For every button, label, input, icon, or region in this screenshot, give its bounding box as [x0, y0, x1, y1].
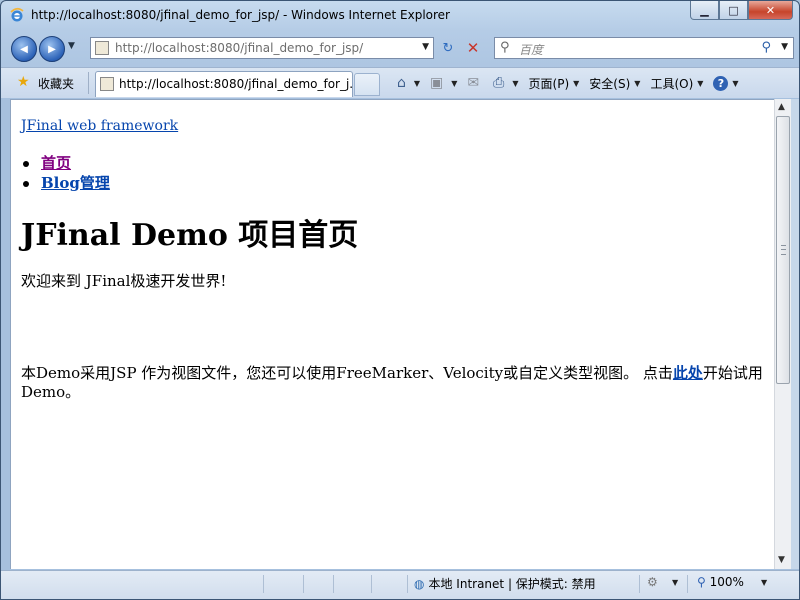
divider	[88, 72, 89, 94]
home-icon: ⌂	[397, 75, 406, 91]
mail-icon: ✉	[467, 75, 480, 91]
address-dropdown-icon[interactable]: ▼	[422, 42, 429, 52]
status-text-segment	[1, 575, 264, 593]
brand-link[interactable]: JFinal web framework	[21, 118, 178, 134]
stop-icon[interactable]: ✕	[464, 40, 482, 56]
close-button[interactable]: ✕	[748, 1, 793, 20]
favorites-button[interactable]: 收藏夹	[38, 75, 74, 92]
zoom-level: 100%	[709, 575, 744, 589]
status-bar: ◍ 本地 Intranet | 保护模式: 禁用 ⚙ ▼ ⚲ 100% ▼	[1, 570, 799, 599]
search-icon[interactable]: ⚲	[761, 40, 771, 55]
status-segment	[371, 575, 408, 593]
status-segment	[639, 575, 688, 593]
page-nav-list: 首页 Blog管理	[23, 153, 110, 193]
page-heading: JFinal Demo 项目首页	[21, 218, 359, 253]
recent-pages-dropdown[interactable]: ▼	[68, 41, 75, 51]
page-menu[interactable]: 页面(P) ▼	[529, 75, 580, 92]
title-bar: http://localhost:8080/jfinal_demo_for_js…	[1, 1, 799, 31]
rss-feed-icon: ▣	[430, 75, 444, 91]
window-frame-right	[791, 99, 799, 569]
favorites-star-icon[interactable]: ★	[17, 74, 30, 90]
window-title: http://localhost:8080/jfinal_demo_for_js…	[31, 8, 450, 22]
nav-link-blog[interactable]: Blog管理	[41, 174, 110, 192]
new-tab-button[interactable]	[354, 73, 380, 96]
search-box[interactable]: ⚲ 百度 ⚲ ▼	[494, 37, 794, 59]
window-controls: ▁ □ ✕	[690, 1, 793, 21]
refresh-icon[interactable]: ↻	[439, 41, 457, 57]
home-dropdown-icon[interactable]: ▼	[414, 79, 420, 88]
forward-button[interactable]: ▶	[39, 36, 65, 62]
help-dropdown-icon: ▼	[732, 78, 739, 88]
tab-active[interactable]: http://localhost:8080/jfinal_demo_for_j.…	[95, 71, 361, 97]
print-button[interactable]: ⎙ ▼	[493, 75, 518, 91]
tools-menu-dropdown-icon: ▼	[697, 78, 704, 88]
search-options-dropdown-icon[interactable]: ▼	[781, 42, 788, 52]
description-paragraph: 本Demo采用JSP 作为视图文件，您还可以使用FreeMarker、Veloc…	[21, 364, 769, 402]
read-mail-button[interactable]: ✉	[467, 75, 483, 91]
nav-link-home[interactable]: 首页	[41, 154, 71, 172]
tab-bar: ★ 收藏夹 http://localhost:8080/jfinal_demo_…	[1, 67, 799, 98]
tab-favicon-icon	[100, 77, 114, 91]
help-icon: ?	[713, 75, 729, 91]
tools-menu[interactable]: 工具(O) ▼	[650, 75, 703, 92]
page-menu-dropdown-icon: ▼	[573, 78, 580, 88]
back-button[interactable]: ◀	[11, 36, 37, 62]
status-segment	[407, 575, 640, 593]
scroll-grip-icon	[781, 245, 786, 255]
search-provider-icon: ⚲	[500, 40, 510, 55]
nav-item-home: 首页	[23, 153, 110, 173]
address-input[interactable]: http://localhost:8080/jfinal_demo_for_js…	[115, 41, 363, 55]
vertical-scrollbar[interactable]: ▲ ▼	[774, 99, 792, 569]
status-segment	[303, 575, 334, 593]
feeds-dropdown-icon[interactable]: ▼	[451, 79, 457, 88]
feeds-button[interactable]: ▣ ▼	[430, 75, 457, 91]
ie-logo-icon	[10, 7, 24, 22]
status-segment	[263, 575, 304, 593]
tools-menu-label: 工具(O)	[650, 76, 694, 91]
safety-menu-label: 安全(S)	[589, 76, 631, 91]
print-dropdown-icon[interactable]: ▼	[512, 79, 518, 88]
safety-menu-dropdown-icon: ▼	[634, 78, 641, 88]
scroll-up-icon[interactable]: ▲	[778, 102, 785, 112]
scrollbar-thumb[interactable]	[776, 116, 790, 384]
page-content: JFinal web framework 首页 Blog管理 JFinal De…	[10, 99, 774, 569]
search-input[interactable]: 百度	[519, 41, 543, 58]
zoom-control[interactable]: ⚲ 100%	[697, 575, 744, 589]
back-arrow-icon: ◀	[20, 43, 28, 55]
printer-icon: ⎙	[493, 75, 505, 91]
scroll-down-icon[interactable]: ▼	[778, 555, 785, 565]
try-demo-link[interactable]: 此处	[673, 364, 703, 382]
minimize-button[interactable]: ▁	[690, 1, 719, 20]
zoom-icon: ⚲	[697, 575, 706, 589]
maximize-button[interactable]: □	[719, 1, 748, 20]
navigation-bar: ◀ ▶ ▼ http://localhost:8080/jfinal_demo_…	[1, 33, 799, 65]
home-button[interactable]: ⌂ ▼	[397, 75, 420, 91]
ie-window: http://localhost:8080/jfinal_demo_for_js…	[0, 0, 800, 600]
page-favicon-icon	[95, 41, 109, 55]
zoom-dropdown-icon[interactable]: ▼	[761, 578, 767, 587]
page-menu-label: 页面(P)	[528, 76, 570, 91]
command-bar: ⌂ ▼ ▣ ▼ ✉ ⎙ ▼ 页面(P) ▼ 安全(S) ▼ 工具(O) ▼ ? …	[397, 72, 749, 94]
tab-label: http://localhost:8080/jfinal_demo_for_j.…	[119, 77, 361, 91]
forward-arrow-icon: ▶	[48, 43, 56, 55]
safety-menu[interactable]: 安全(S) ▼	[589, 75, 640, 92]
address-bar[interactable]: http://localhost:8080/jfinal_demo_for_js…	[90, 37, 434, 59]
welcome-text: 欢迎来到 JFinal极速开发世界!	[21, 272, 227, 290]
description-text-start: 本Demo采用JSP 作为视图文件，您还可以使用FreeMarker、Veloc…	[21, 364, 673, 382]
help-menu[interactable]: ? ▼	[713, 75, 739, 91]
nav-item-blog: Blog管理	[23, 173, 110, 193]
status-segment	[333, 575, 372, 593]
